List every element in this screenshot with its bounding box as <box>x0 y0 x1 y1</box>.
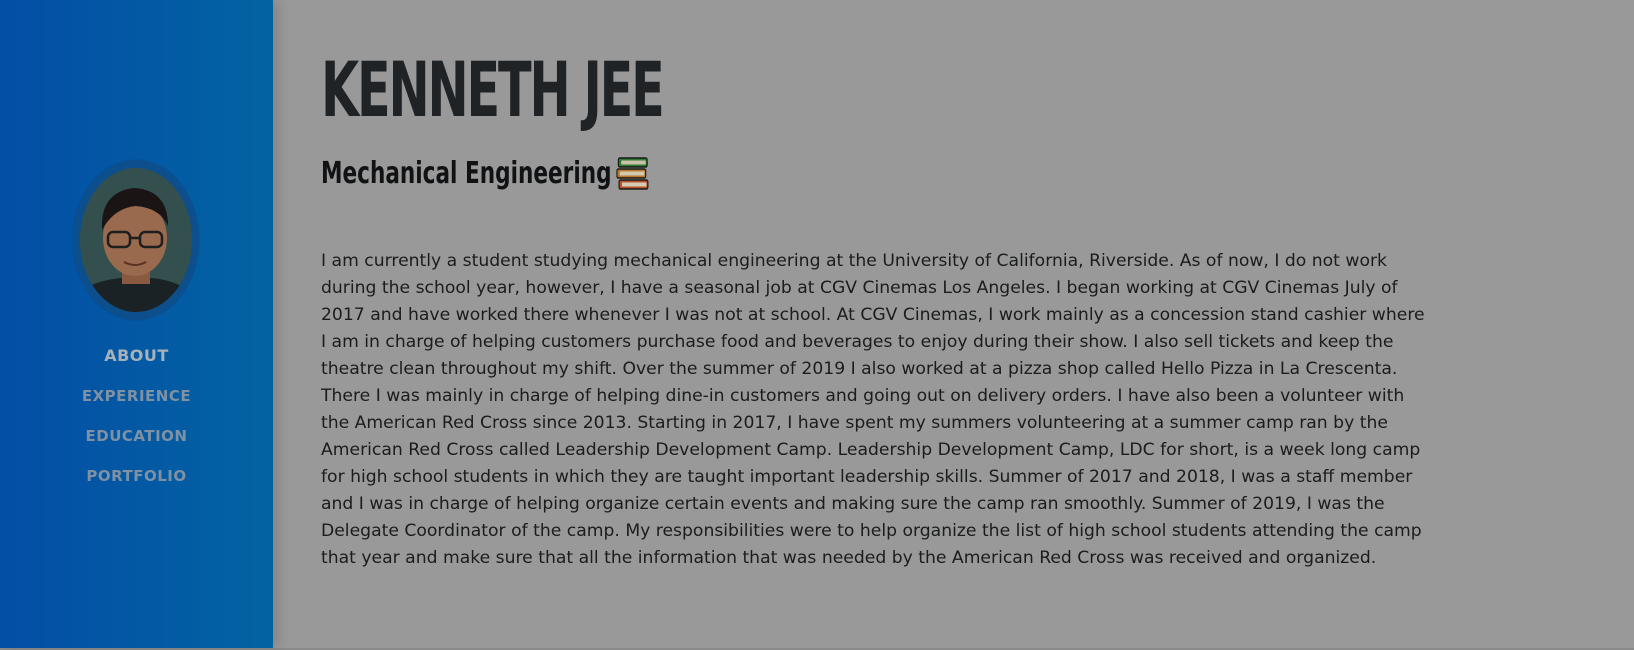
page: ABOUT EXPERIENCE EDUCATION PORTFOLIO KEN… <box>0 0 1634 650</box>
books-icon <box>616 157 649 191</box>
page-title: KENNETH JEE <box>321 45 665 134</box>
nav-item-about[interactable]: ABOUT <box>0 346 273 386</box>
subtitle: Mechanical Engineering <box>321 154 649 194</box>
nav-item-education[interactable]: EDUCATION <box>0 426 273 466</box>
nav-item-experience[interactable]: EXPERIENCE <box>0 386 273 426</box>
profile-photo-illustration <box>80 168 192 312</box>
avatar <box>73 160 199 320</box>
sidebar: ABOUT EXPERIENCE EDUCATION PORTFOLIO <box>0 0 273 648</box>
profile-photo <box>80 168 192 312</box>
about-bio: I am currently a student studying mechan… <box>321 251 1425 568</box>
nav-menu: ABOUT EXPERIENCE EDUCATION PORTFOLIO <box>0 346 273 506</box>
subtitle-text: Mechanical Engineering <box>321 156 612 191</box>
nav-item-portfolio[interactable]: PORTFOLIO <box>0 466 273 506</box>
